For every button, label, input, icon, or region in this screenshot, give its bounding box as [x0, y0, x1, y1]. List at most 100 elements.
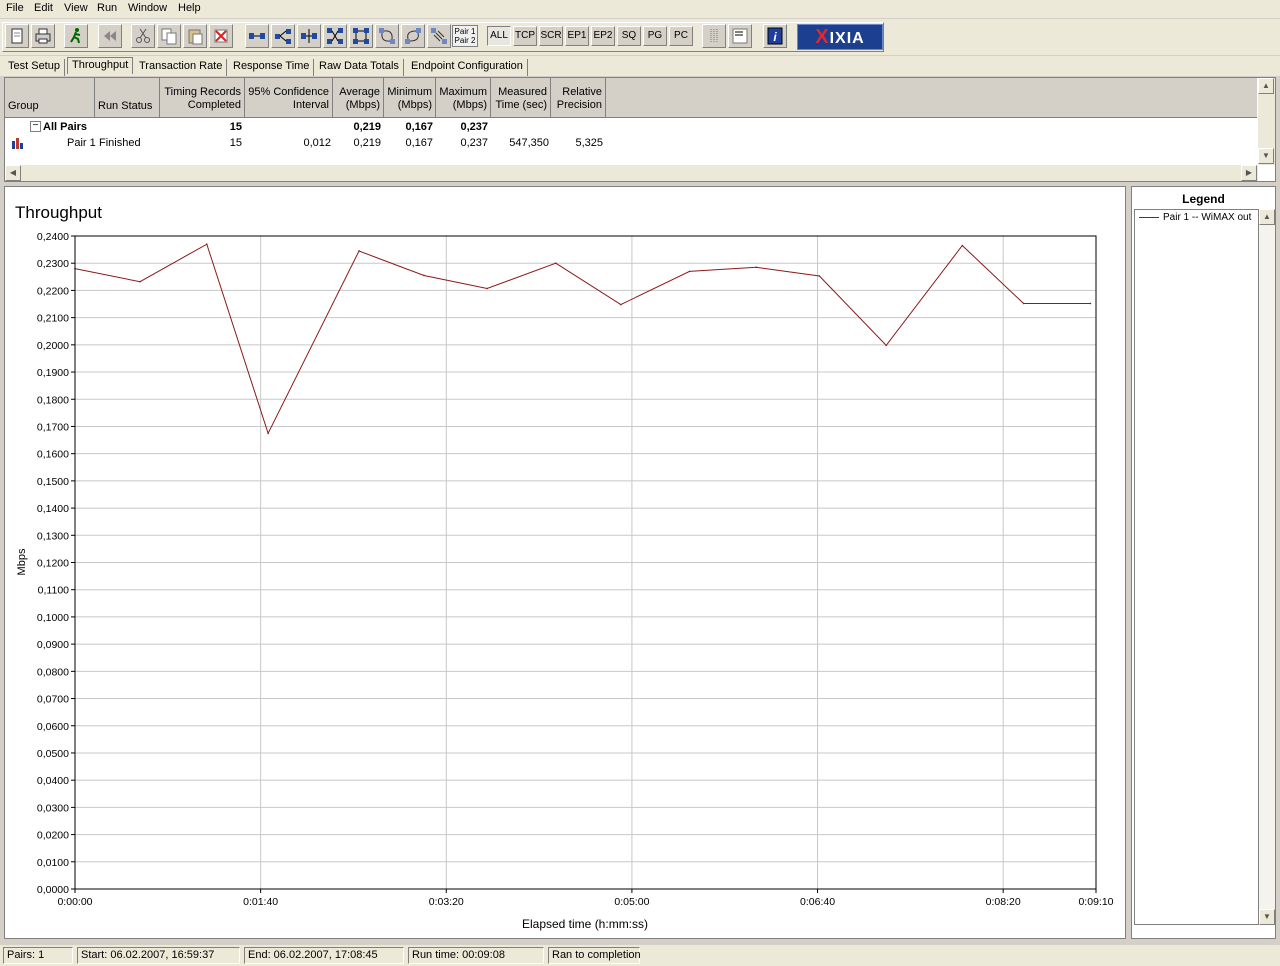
- grid-horizontal-scrollbar[interactable]: ◀ ▶: [5, 165, 1258, 181]
- menu-help[interactable]: Help: [178, 2, 201, 14]
- average-value: 0,219: [353, 137, 381, 149]
- filter-all-button[interactable]: ALL: [487, 26, 511, 46]
- results-grid: Group Run Status Timing Records Complete…: [4, 77, 1276, 182]
- multicast-icon: [275, 29, 291, 44]
- header-timing-records[interactable]: Timing Records Completed: [160, 78, 245, 118]
- filter-sq-button[interactable]: SQ: [617, 26, 641, 46]
- cut-button[interactable]: [131, 24, 155, 48]
- copy-button[interactable]: [157, 24, 181, 48]
- maximum-value: 0,237: [460, 121, 488, 133]
- y-tick-label: 0,2300: [37, 258, 69, 270]
- paste-icon: [188, 29, 203, 45]
- x-tick-label: 0:03:20: [429, 896, 464, 908]
- x-tick-label: 0:08:20: [986, 896, 1021, 908]
- x-tick-label: 0:05:00: [614, 896, 649, 908]
- legend-scroll-up-icon[interactable]: ▲: [1259, 209, 1275, 225]
- menu-edit[interactable]: Edit: [34, 2, 53, 14]
- scroll-up-arrow-icon[interactable]: ▲: [1258, 78, 1274, 94]
- menu-file[interactable]: File: [6, 2, 24, 14]
- header-confidence-interval[interactable]: 95% Confidence Interval: [245, 78, 333, 118]
- x-tick-label: 0:09:10: [1078, 896, 1113, 908]
- y-tick-label: 0,0800: [37, 666, 69, 678]
- data-point: [755, 266, 758, 269]
- header-minimum[interactable]: Minimum (Mbps): [384, 78, 436, 118]
- y-tick-label: 0,1000: [37, 612, 69, 624]
- header-run-status[interactable]: Run Status: [95, 78, 160, 118]
- paste-button[interactable]: [183, 24, 207, 48]
- tab-raw-data-totals[interactable]: Raw Data Totals: [315, 59, 404, 76]
- new-button[interactable]: [5, 24, 29, 48]
- confidence-interval-value: 0,012: [303, 137, 331, 149]
- scroll-left-arrow-icon[interactable]: ◀: [5, 165, 21, 181]
- run-button[interactable]: [64, 24, 88, 48]
- pair-edit-button[interactable]: [297, 24, 321, 48]
- legend-scroll-down-icon[interactable]: ▼: [1259, 909, 1275, 925]
- menu-bar: File Edit View Run Window Help: [0, 0, 1280, 18]
- tab-endpoint-configuration[interactable]: Endpoint Configuration: [407, 59, 528, 76]
- header-measured-time[interactable]: Measured Time (sec): [491, 78, 551, 118]
- data-point: [619, 303, 622, 306]
- pair-loop-button[interactable]: [401, 24, 425, 48]
- header-average[interactable]: Average (Mbps): [333, 78, 384, 118]
- tab-test-setup[interactable]: Test Setup: [4, 59, 65, 76]
- pair-toggle-button[interactable]: Pair 1 Pair 2: [452, 25, 478, 47]
- y-tick-label: 0,1300: [37, 530, 69, 542]
- menu-run[interactable]: Run: [97, 2, 117, 14]
- header-relative-precision[interactable]: Relative Precision: [551, 78, 606, 118]
- y-tick-label: 0,1200: [37, 558, 69, 570]
- legend-vertical-scrollbar[interactable]: ▲ ▼: [1259, 209, 1275, 925]
- y-tick-label: 0,2100: [37, 313, 69, 325]
- columns-icon: [710, 29, 718, 43]
- print-button[interactable]: [31, 24, 55, 48]
- pair-sync-button[interactable]: [375, 24, 399, 48]
- filter-scr-button[interactable]: SCR: [539, 26, 563, 46]
- y-tick-label: 0,0400: [37, 775, 69, 787]
- run-status-value: Finished: [99, 137, 141, 149]
- filter-ep1-button[interactable]: EP1: [565, 26, 589, 46]
- pair-dual-button[interactable]: [427, 24, 451, 48]
- filter-pg-button[interactable]: PG: [643, 26, 667, 46]
- add-pair-button[interactable]: [245, 24, 269, 48]
- data-point: [423, 274, 425, 277]
- pair-dual-icon: [431, 28, 447, 44]
- pair-swap-button[interactable]: [349, 24, 373, 48]
- x-tick-label: 0:01:40: [243, 896, 278, 908]
- scroll-right-arrow-icon[interactable]: ▶: [1241, 165, 1257, 181]
- toolbar: Pair 1 Pair 2 ALL TCP SCR EP1 EP2 SQ PG …: [0, 19, 1280, 55]
- data-point: [688, 270, 691, 273]
- legend-list: Pair 1 -- WiMAX out: [1134, 209, 1259, 925]
- grid-vertical-scrollbar[interactable]: ▲ ▼: [1258, 78, 1275, 165]
- menu-view[interactable]: View: [64, 2, 88, 14]
- data-point: [139, 280, 141, 283]
- list-layout-button[interactable]: [728, 24, 752, 48]
- pair-group-button[interactable]: [323, 24, 347, 48]
- filter-ep2-button[interactable]: EP2: [591, 26, 615, 46]
- minimum-value: 0,167: [405, 137, 433, 149]
- tab-transaction-rate[interactable]: Transaction Rate: [135, 59, 228, 76]
- y-tick-label: 0,1400: [37, 503, 69, 515]
- tab-response-time[interactable]: Response Time: [229, 59, 315, 76]
- menu-window[interactable]: Window: [128, 2, 167, 14]
- new-file-icon: [11, 28, 23, 44]
- y-tick-label: 0,1500: [37, 476, 69, 488]
- pair-link-icon: [249, 33, 265, 39]
- tab-throughput[interactable]: Throughput: [67, 57, 134, 74]
- add-multicast-button[interactable]: [271, 24, 295, 48]
- header-group[interactable]: Group: [5, 78, 95, 118]
- records-value: 15: [229, 121, 242, 133]
- stop-button[interactable]: [98, 24, 122, 48]
- filter-tcp-button[interactable]: TCP: [513, 26, 537, 46]
- delete-button[interactable]: [209, 24, 233, 48]
- y-tick-label: 0,1600: [37, 449, 69, 461]
- legend-swatch: [1139, 216, 1159, 218]
- y-tick-label: 0,1900: [37, 367, 69, 379]
- collapse-toggle[interactable]: −: [30, 121, 41, 132]
- copy-icon: [161, 28, 177, 45]
- scroll-down-arrow-icon[interactable]: ▼: [1258, 148, 1274, 164]
- legend-entry-pair-1[interactable]: Pair 1 -- WiMAX out: [1139, 212, 1251, 223]
- header-maximum[interactable]: Maximum (Mbps): [436, 78, 491, 118]
- vertical-layout-button[interactable]: [702, 24, 726, 48]
- info-button[interactable]: i: [763, 24, 787, 48]
- y-tick-label: 0,0000: [37, 884, 69, 896]
- filter-pc-button[interactable]: PC: [669, 26, 693, 46]
